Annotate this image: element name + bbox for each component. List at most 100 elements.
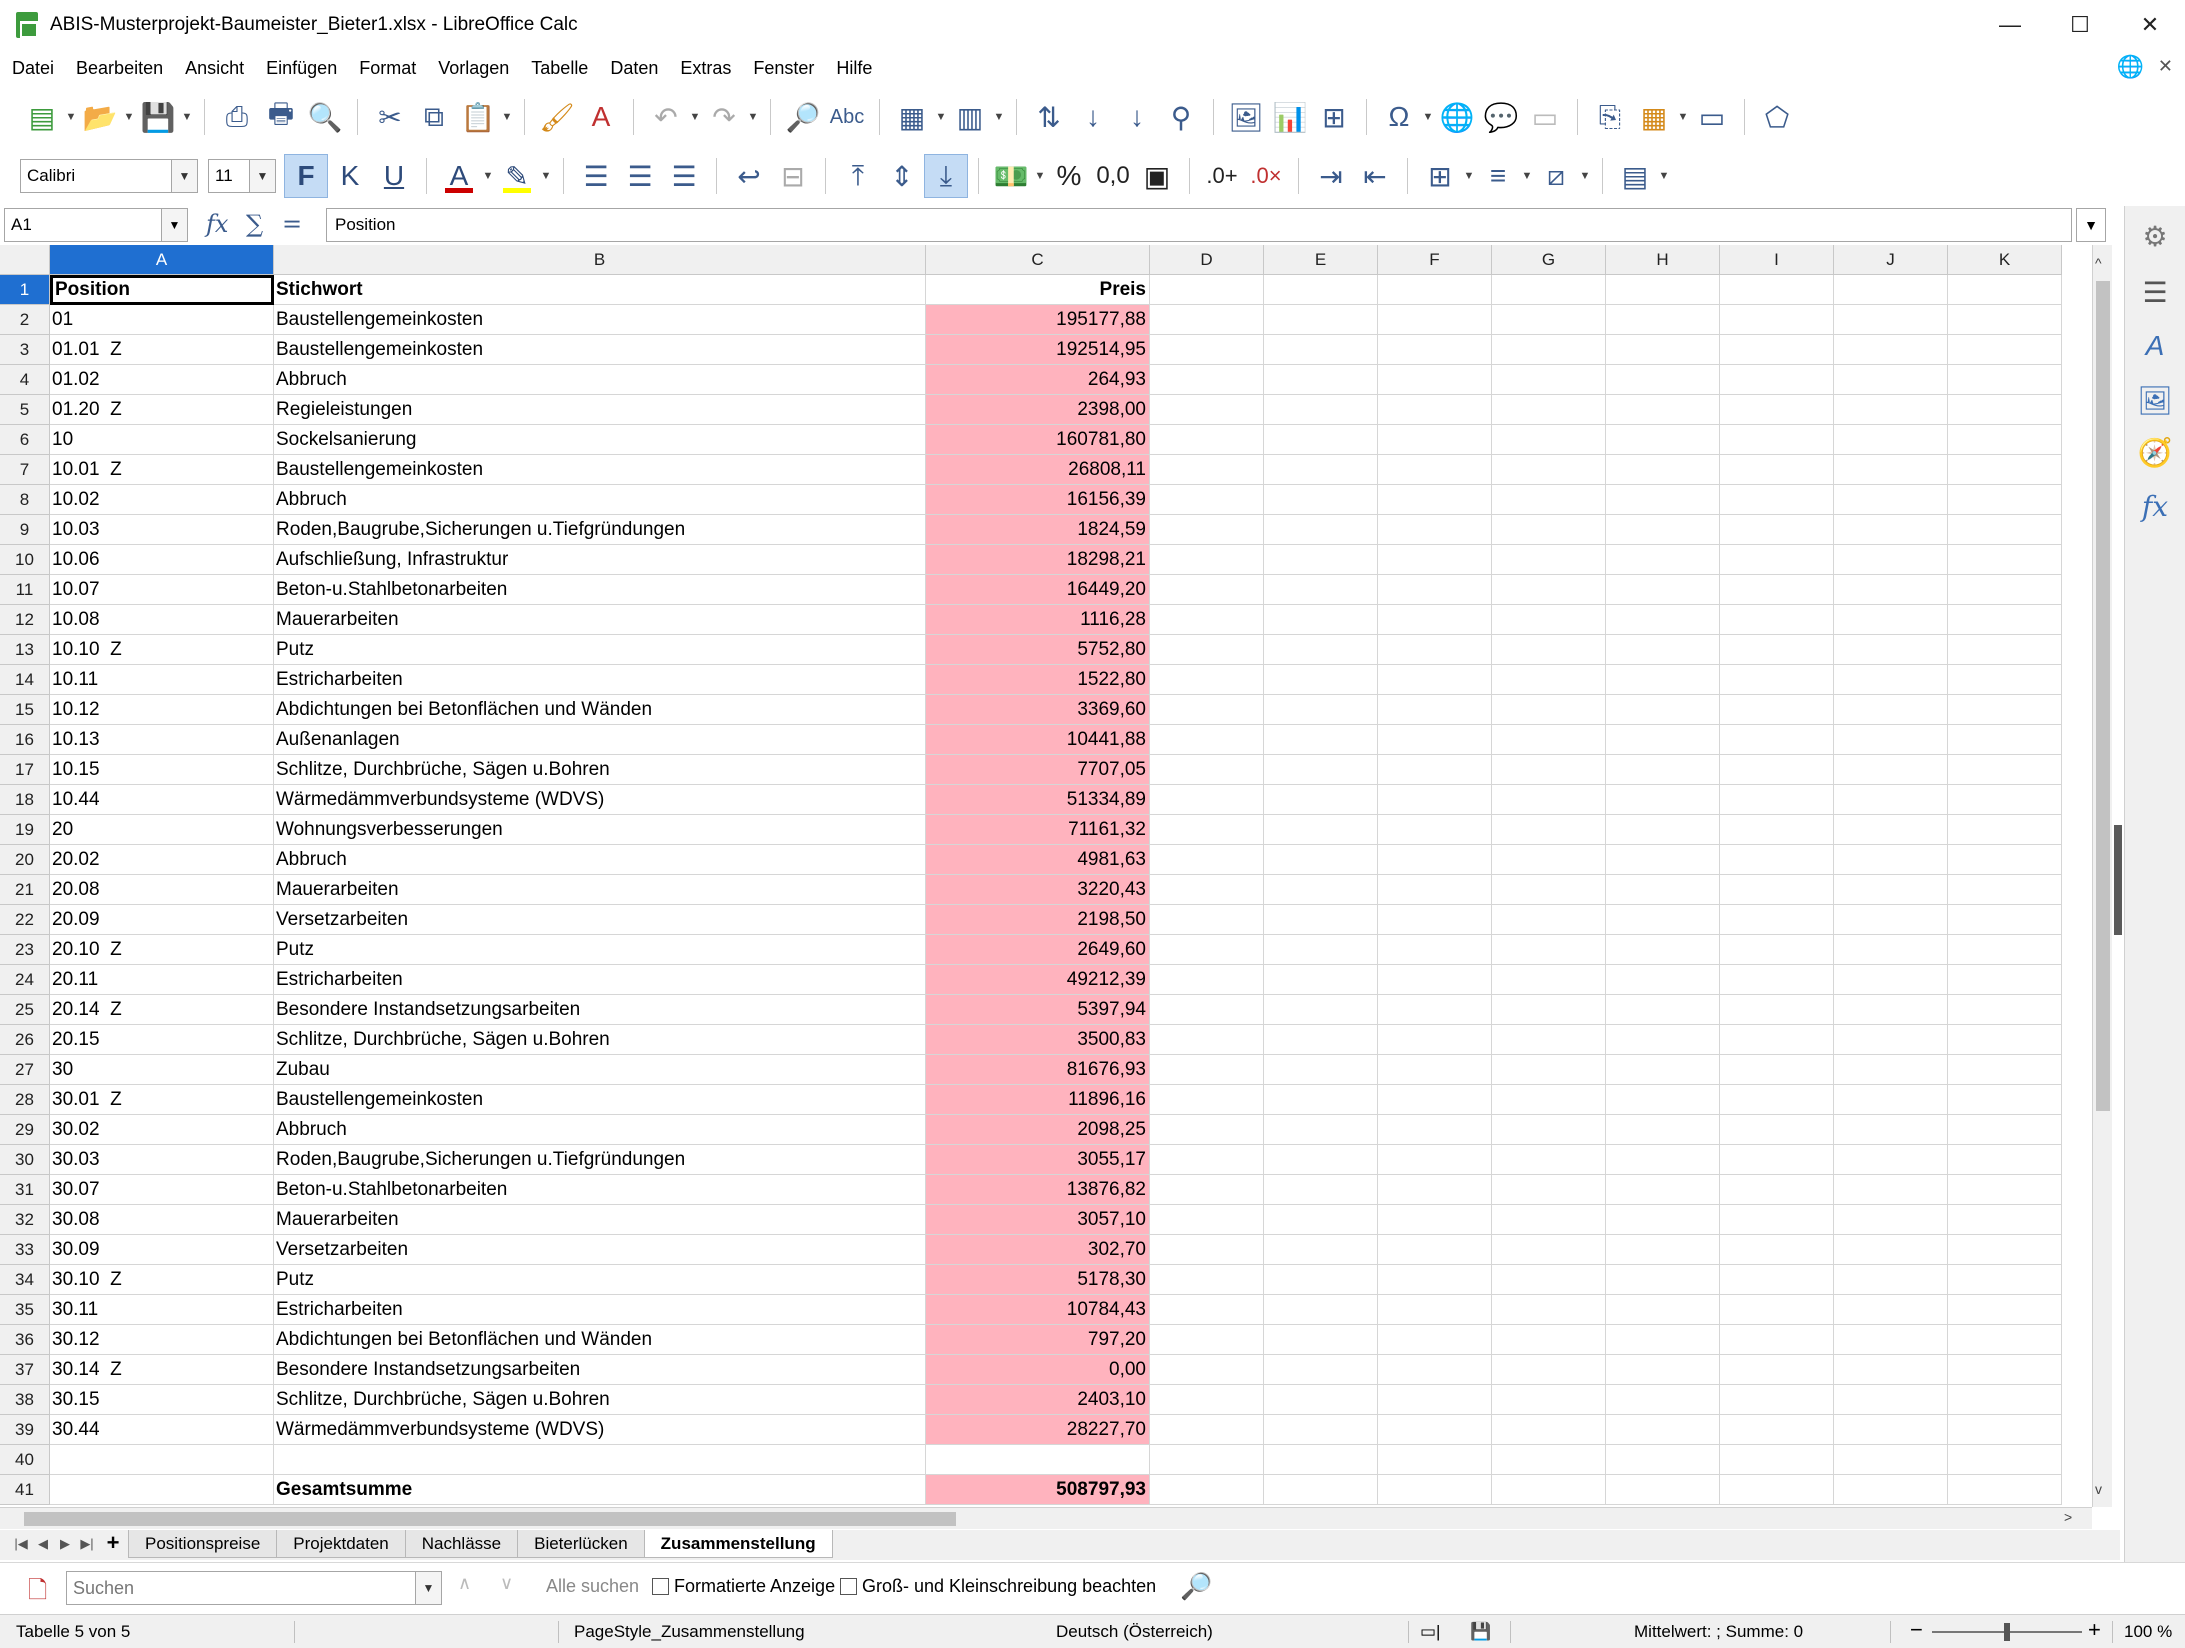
grid-cell[interactable] (1492, 425, 1606, 455)
grid-cell[interactable] (1378, 605, 1492, 635)
menu-daten[interactable]: Daten (599, 58, 669, 79)
grid-cell[interactable] (1948, 515, 2062, 545)
grid-cell[interactable] (1492, 1295, 1606, 1325)
cell-position[interactable]: 10.03 (50, 515, 274, 545)
cell-position[interactable]: 20.11 (50, 965, 274, 995)
grid-cell[interactable] (1834, 1085, 1948, 1115)
number-format-button[interactable]: 0,0 (1091, 154, 1135, 198)
cell-stichwort[interactable]: Mauerarbeiten (274, 605, 926, 635)
cell-position[interactable]: 10.02 (50, 485, 274, 515)
grid-cell[interactable] (1264, 995, 1378, 1025)
paste-dropdown-icon[interactable]: ▼ (500, 111, 514, 123)
row-header[interactable]: 20 (0, 845, 50, 875)
grid-cell[interactable] (1378, 845, 1492, 875)
cell-position[interactable]: 30.12 (50, 1325, 274, 1355)
cell-position[interactable]: 30 (50, 1055, 274, 1085)
grid-cell[interactable] (1492, 335, 1606, 365)
grid-cell[interactable] (1606, 545, 1720, 575)
cell-stichwort[interactable]: Putz (274, 1265, 926, 1295)
insert-image-icon[interactable]: 🖼 (1224, 95, 1268, 139)
grid-cell[interactable] (1378, 995, 1492, 1025)
grid-cell[interactable] (1150, 545, 1264, 575)
row-header[interactable]: 38 (0, 1385, 50, 1415)
cell-position[interactable]: 30.07 (50, 1175, 274, 1205)
cell-stichwort[interactable]: Putz (274, 635, 926, 665)
grid-cell[interactable] (1834, 605, 1948, 635)
functions-icon[interactable]: fx (2133, 484, 2177, 528)
grid-cell[interactable] (1948, 665, 2062, 695)
grid-cell[interactable] (1720, 1295, 1834, 1325)
grid-cell[interactable] (1378, 935, 1492, 965)
grid-cell[interactable] (1150, 635, 1264, 665)
chevron-down-icon[interactable]: ▼ (171, 160, 197, 192)
grid-cell[interactable] (1150, 1415, 1264, 1445)
grid-cell[interactable] (1606, 575, 1720, 605)
menu-einfuegen[interactable]: Einfügen (255, 58, 348, 79)
cell-preis[interactable]: 81676,93 (926, 1055, 1150, 1085)
grid-cell[interactable] (1378, 785, 1492, 815)
grid-cell[interactable] (1150, 1295, 1264, 1325)
find-next-icon[interactable]: ∨ (500, 1573, 513, 1594)
cell-preis[interactable]: 1522,80 (926, 665, 1150, 695)
grid-cell[interactable] (1948, 635, 2062, 665)
grid-cell[interactable] (1378, 485, 1492, 515)
sort-ascending-icon[interactable]: ↓ (1071, 95, 1115, 139)
grid-cell[interactable] (1150, 1325, 1264, 1355)
grid-cell[interactable] (1606, 1355, 1720, 1385)
formula-icon[interactable]: = (282, 210, 302, 238)
cell-position[interactable] (50, 1445, 274, 1475)
grid-cell[interactable] (1150, 935, 1264, 965)
header-position[interactable]: Position (50, 275, 274, 305)
comment-icon[interactable]: 💬 (1479, 95, 1523, 139)
cell-stichwort[interactable]: Abdichtungen bei Betonflächen und Wänden (274, 1325, 926, 1355)
grid-cell[interactable] (1150, 1445, 1264, 1475)
grid-cell[interactable] (1492, 875, 1606, 905)
grid-cell[interactable] (1150, 1025, 1264, 1055)
row-header[interactable]: 37 (0, 1355, 50, 1385)
cell-preis[interactable]: 10441,88 (926, 725, 1150, 755)
delete-decimal-icon[interactable]: .0× (1244, 154, 1288, 198)
find-replace-icon[interactable]: 🔎 (781, 95, 825, 139)
grid-cell[interactable] (1720, 725, 1834, 755)
row-header[interactable]: 40 (0, 1445, 50, 1475)
grid-cell[interactable] (1720, 1085, 1834, 1115)
grid-cell[interactable] (1834, 1415, 1948, 1445)
grid-cell[interactable] (1492, 1385, 1606, 1415)
grid-cell[interactable] (1606, 1265, 1720, 1295)
cell-position[interactable]: 10.07 (50, 575, 274, 605)
cell-preis[interactable]: 2403,10 (926, 1385, 1150, 1415)
border-color-dropdown-icon[interactable]: ▼ (1578, 170, 1592, 182)
sidebar-splitter[interactable] (2112, 245, 2124, 1507)
page-style[interactable]: PageStyle_Zusammenstellung (574, 1622, 805, 1642)
grid-cell[interactable] (1378, 1145, 1492, 1175)
grid-cell[interactable] (1720, 1235, 1834, 1265)
grid-cell[interactable] (1378, 575, 1492, 605)
grid-cell[interactable] (1150, 1205, 1264, 1235)
row-header[interactable]: 22 (0, 905, 50, 935)
grid-cell[interactable] (1264, 425, 1378, 455)
grid-cell[interactable] (1150, 845, 1264, 875)
grid-cell[interactable] (1492, 605, 1606, 635)
row-dropdown-icon[interactable]: ▼ (934, 111, 948, 123)
redo-icon[interactable]: ↷ (702, 95, 746, 139)
grid-cell[interactable] (1378, 1085, 1492, 1115)
grid-cell[interactable] (1948, 1205, 2062, 1235)
vertical-scroll-thumb[interactable] (2096, 281, 2110, 1111)
selection-mode-icon[interactable]: ▭| (1420, 1622, 1440, 1642)
row-header[interactable]: 11 (0, 575, 50, 605)
grid-cell[interactable] (1492, 515, 1606, 545)
increase-indent-icon[interactable]: ⇥ (1309, 154, 1353, 198)
grid-cell[interactable] (1264, 1325, 1378, 1355)
grid-cell[interactable] (1948, 1145, 2062, 1175)
cell-stichwort[interactable]: Aufschließung, Infrastruktur (274, 545, 926, 575)
split-window-icon[interactable]: ▭ (1690, 95, 1734, 139)
grid-cell[interactable] (1834, 1385, 1948, 1415)
grid-cell[interactable] (1834, 1325, 1948, 1355)
grid-cell[interactable] (1150, 1085, 1264, 1115)
grid-cell[interactable] (1606, 1145, 1720, 1175)
cell-position[interactable]: 20.10 Z (50, 935, 274, 965)
cell-preis[interactable]: 10784,43 (926, 1295, 1150, 1325)
grid-cell[interactable] (1720, 935, 1834, 965)
cell-preis[interactable]: 192514,95 (926, 335, 1150, 365)
function-wizard-icon[interactable]: fx (206, 210, 228, 238)
